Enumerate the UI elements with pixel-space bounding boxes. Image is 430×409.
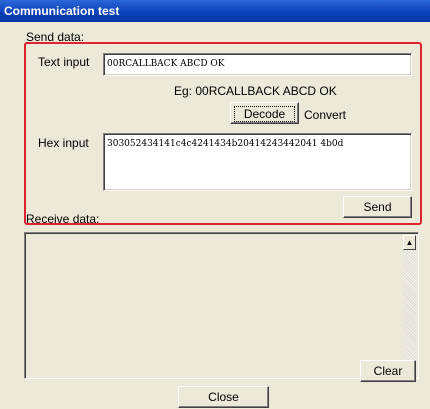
send-button[interactable]: Send (343, 196, 412, 218)
convert-label: Convert (304, 108, 347, 122)
decode-button-label: Decode (234, 106, 295, 122)
decode-button[interactable]: Decode (230, 102, 299, 124)
hex-input-field[interactable]: 303052434141c4c4241434b20414243442041 4b… (103, 133, 412, 191)
clear-button[interactable]: Clear (360, 360, 416, 382)
scroll-up-icon[interactable]: ▲ (403, 235, 416, 250)
receive-data-label: Receive data: (26, 212, 100, 226)
send-data-label: Send data: (26, 30, 85, 44)
text-input-field[interactable]: 00RCALLBACK ABCD OK (103, 53, 412, 76)
close-button[interactable]: Close (178, 386, 269, 408)
receive-data-area[interactable]: ▲ ▼ (24, 232, 419, 379)
communication-test-window: Communication test Send data: Text input… (0, 0, 430, 409)
text-input-label: Text input (38, 55, 90, 69)
example-text: Eg: 00RCALLBACK ABCD OK (174, 84, 337, 98)
window-title: Communication test (0, 0, 430, 22)
hex-input-label: Hex input (38, 136, 89, 150)
vertical-scrollbar[interactable]: ▲ ▼ (403, 235, 416, 376)
